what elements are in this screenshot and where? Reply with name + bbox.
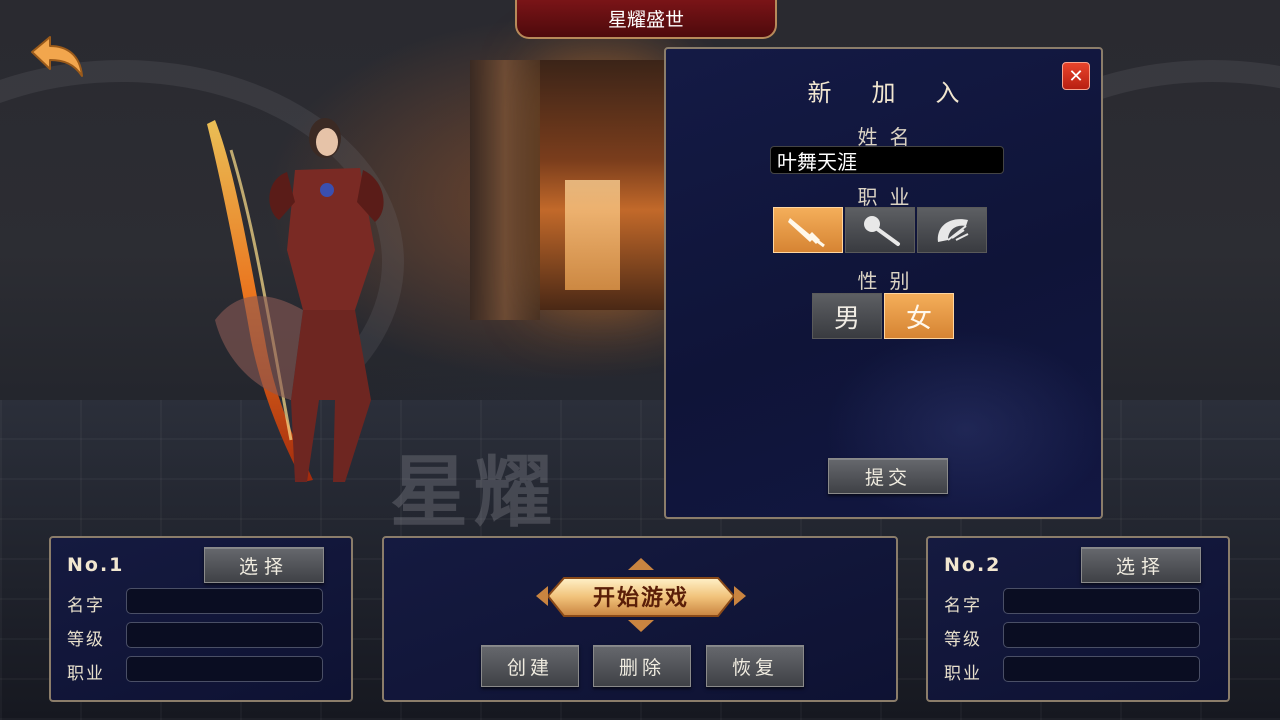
select-slot-1-button[interactable]: 选择 — [204, 547, 324, 583]
slot-name-label: 名字 — [944, 596, 982, 616]
slot-number: No.1 — [67, 554, 125, 576]
slot-number: No.2 — [944, 554, 1002, 576]
slot-job-value — [1003, 656, 1200, 682]
slot-level-value — [126, 622, 323, 648]
character-model — [207, 118, 384, 482]
job-mage-button[interactable] — [845, 207, 915, 253]
slot-name-value — [126, 588, 323, 614]
character-name-input[interactable] — [770, 146, 1004, 174]
create-button[interactable]: 创建 — [481, 645, 579, 687]
job-selector — [773, 207, 987, 253]
delete-button[interactable]: 删除 — [593, 645, 691, 687]
slot-name-label: 名字 — [67, 596, 105, 616]
start-game-label: 开始游戏 — [592, 585, 689, 611]
close-button[interactable]: ✕ — [1062, 62, 1090, 90]
slot-name-value — [1003, 588, 1200, 614]
slot-job-label: 职业 — [67, 664, 105, 684]
slot-job-value — [126, 656, 323, 682]
action-panel: 开始游戏 创建 删除 恢复 — [382, 536, 898, 702]
slot-level-value — [1003, 622, 1200, 648]
job-taoist-button[interactable] — [917, 207, 987, 253]
job-warrior-button[interactable] — [773, 207, 843, 253]
left-pillar — [470, 60, 540, 320]
sword-icon — [788, 218, 825, 248]
gender-selector: 男 女 — [812, 293, 954, 339]
back-button[interactable] — [28, 34, 86, 80]
character-slot-1: No.1 选择 名字 等级 职业 — [49, 536, 353, 702]
gender-male-button[interactable]: 男 — [812, 293, 882, 339]
gender-label: 性别 — [857, 269, 922, 293]
gate-light — [565, 180, 620, 290]
submit-button[interactable]: 提交 — [828, 458, 948, 494]
server-title: 星耀盛世 — [515, 0, 777, 39]
gender-female-button[interactable]: 女 — [884, 293, 954, 339]
create-character-dialog: 新加入 ✕ 姓名 职业 性别 男 — [664, 47, 1103, 519]
slot-job-label: 职业 — [944, 664, 982, 684]
restore-button[interactable]: 恢复 — [706, 645, 804, 687]
character-slot-2: No.2 选择 名字 等级 职业 — [926, 536, 1230, 702]
staff-icon — [864, 216, 900, 246]
fan-icon — [937, 219, 969, 242]
close-icon: ✕ — [1068, 65, 1084, 87]
dialog-title: 新加入 — [807, 79, 1000, 107]
job-label: 职业 — [857, 185, 922, 209]
back-arrow-icon — [31, 36, 83, 77]
slot-level-label: 等级 — [67, 630, 105, 650]
start-game-button[interactable]: 开始游戏 — [534, 558, 748, 634]
select-slot-2-button[interactable]: 选择 — [1081, 547, 1201, 583]
slot-level-label: 等级 — [944, 630, 982, 650]
